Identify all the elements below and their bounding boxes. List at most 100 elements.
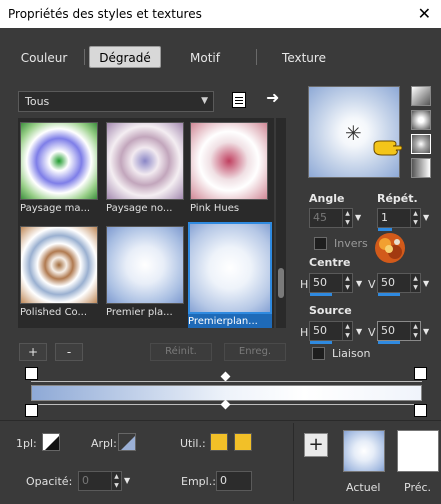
sunburst-gradient-type-icon[interactable] xyxy=(411,158,431,178)
chevron-down-icon[interactable]: ▼ xyxy=(356,279,362,288)
chevron-down-icon[interactable]: ▼ xyxy=(423,327,429,336)
source-v-slider-fill xyxy=(378,341,400,344)
gradient-item[interactable]: Paysage no... xyxy=(106,122,186,214)
previous-label: Préc. xyxy=(404,481,432,494)
gradient-scrollbar[interactable] xyxy=(276,118,286,328)
link-checkbox[interactable] xyxy=(312,347,325,360)
util-swatch-secondary[interactable] xyxy=(234,433,252,451)
link-label: Liaison xyxy=(332,347,371,360)
top-midpoint-diamond[interactable] xyxy=(220,371,231,382)
add-gradient-button[interactable]: + xyxy=(19,343,47,361)
bottom-left-stop-marker[interactable] xyxy=(25,404,38,417)
util-swatch[interactable] xyxy=(210,433,228,451)
current-gradient-swatch[interactable] xyxy=(343,430,385,472)
center-crosshair-icon: ✳ xyxy=(345,121,362,145)
opacity-input[interactable]: 0 ▲ ▼ xyxy=(78,471,122,491)
chevron-down-icon[interactable]: ▼ xyxy=(423,213,429,222)
tab-motif[interactable]: Motif xyxy=(169,46,241,68)
gradient-ramp[interactable] xyxy=(31,385,422,401)
tab-texture[interactable]: Texture xyxy=(268,46,340,68)
repeat-input[interactable]: 1 ▲ ▼ xyxy=(377,208,421,231)
gradient-item[interactable]: Paysage ma... xyxy=(20,122,100,214)
source-v-label: V xyxy=(368,326,376,339)
center-h-slider-fill xyxy=(310,293,332,296)
source-label: Source xyxy=(309,304,352,317)
gradient-item[interactable]: Pink Hues xyxy=(190,122,270,214)
chevron-down-icon[interactable]: ▼ xyxy=(124,476,130,485)
bottom-midpoint-diamond[interactable] xyxy=(220,399,231,410)
remove-gradient-button[interactable]: - xyxy=(55,343,83,361)
gradient-thumbnail xyxy=(106,226,184,304)
top-right-stop-marker[interactable] xyxy=(414,367,427,380)
top-left-stop-marker[interactable] xyxy=(25,367,38,380)
ramp-top-line xyxy=(31,381,422,382)
previous-gradient-swatch[interactable] xyxy=(397,430,439,472)
gradient-preview[interactable]: ✳ xyxy=(308,86,400,178)
gradient-thumbnail xyxy=(190,122,268,200)
angle-label: Angle xyxy=(309,192,345,205)
spin-arrows-icon[interactable]: ▲ ▼ xyxy=(342,322,352,340)
pointing-hand-icon xyxy=(373,140,402,156)
opacity-label: Opacité: xyxy=(26,475,73,488)
source-h-input[interactable]: 50 ▲ ▼ xyxy=(309,321,353,344)
invert-checkbox[interactable] xyxy=(314,237,327,250)
arrow-right-icon[interactable]: ➜ xyxy=(266,88,279,107)
spin-arrows-icon[interactable]: ▲ ▼ xyxy=(410,209,420,227)
gradient-item-selected[interactable]: Premierplan... xyxy=(188,222,272,328)
gradient-label: Polished Co... xyxy=(20,307,88,318)
spin-arrows-icon[interactable]: ▲ ▼ xyxy=(410,322,420,340)
bottom-right-stop-marker[interactable] xyxy=(414,404,427,417)
chevron-down-icon[interactable]: ▼ xyxy=(356,327,362,336)
current-label: Actuel xyxy=(346,481,381,494)
spin-arrows-icon[interactable]: ▲ ▼ xyxy=(342,274,352,292)
empl-input[interactable]: 0 xyxy=(216,471,252,491)
category-value: Tous xyxy=(25,95,50,108)
empl-label: Empl.: xyxy=(181,475,216,488)
center-h-label: H xyxy=(300,278,309,291)
invert-label: Invers xyxy=(334,237,368,250)
chevron-down-icon[interactable]: ▼ xyxy=(355,213,361,222)
center-v-input[interactable]: 50 ▲ ▼ xyxy=(377,273,421,296)
gradient-thumbnail xyxy=(106,122,184,200)
file-list-icon[interactable] xyxy=(232,92,246,108)
tab-separator xyxy=(84,49,85,65)
util-label: Util.: xyxy=(180,437,206,450)
repeat-label: Répét. xyxy=(377,192,418,205)
category-dropdown[interactable]: Tous ▼ xyxy=(18,91,214,112)
gradient-item[interactable]: Polished Co... xyxy=(20,226,100,318)
linear-gradient-type-icon[interactable] xyxy=(411,86,431,106)
gradient-label: Paysage no... xyxy=(106,203,173,214)
source-h-slider-fill xyxy=(310,341,332,344)
tab-degrade[interactable]: Dégradé xyxy=(89,46,161,68)
gradient-label: Pink Hues xyxy=(190,203,240,214)
window-titlebar: Propriétés des styles et textures ✕ xyxy=(0,0,441,28)
tab-couleur[interactable]: Couleur xyxy=(8,46,80,68)
add-swatch-button[interactable]: + xyxy=(304,433,328,457)
pl-label: 1pl: xyxy=(16,437,37,450)
source-v-input[interactable]: 50 ▲ ▼ xyxy=(377,321,421,344)
spin-arrows-icon[interactable]: ▲ ▼ xyxy=(410,274,420,292)
gradient-thumbnail xyxy=(188,222,272,314)
gradient-item[interactable]: Premier pla... xyxy=(106,226,186,318)
gradient-thumbnail xyxy=(20,226,98,304)
spin-arrows-icon[interactable]: ▲ ▼ xyxy=(342,209,352,227)
gradient-grid: Paysage ma... Paysage no... Pink Hues Po… xyxy=(18,118,274,328)
background-mode-icon[interactable] xyxy=(118,433,136,451)
gradient-label: Premier pla... xyxy=(106,307,173,318)
foreground-mode-icon[interactable] xyxy=(42,433,60,451)
scrollbar-thumb[interactable] xyxy=(278,268,284,298)
rectangular-gradient-type-icon[interactable] xyxy=(411,110,431,130)
arpl-label: Arpl: xyxy=(91,437,117,450)
chevron-down-icon[interactable]: ▼ xyxy=(423,279,429,288)
close-icon[interactable]: ✕ xyxy=(418,0,431,28)
center-label: Centre xyxy=(309,256,351,269)
angle-input[interactable]: 45 ▲ ▼ xyxy=(309,208,353,228)
radial-gradient-type-icon[interactable] xyxy=(411,134,431,154)
window-title: Propriétés des styles et textures xyxy=(8,7,202,21)
spin-arrows-icon[interactable]: ▲ ▼ xyxy=(111,472,121,490)
reset-button[interactable]: Réinit. xyxy=(150,343,212,361)
center-h-input[interactable]: 50 ▲ ▼ xyxy=(309,273,353,296)
save-button[interactable]: Enreg. xyxy=(224,343,286,361)
gradient-thumbnail xyxy=(20,122,98,200)
decorative-character-image xyxy=(375,233,405,263)
